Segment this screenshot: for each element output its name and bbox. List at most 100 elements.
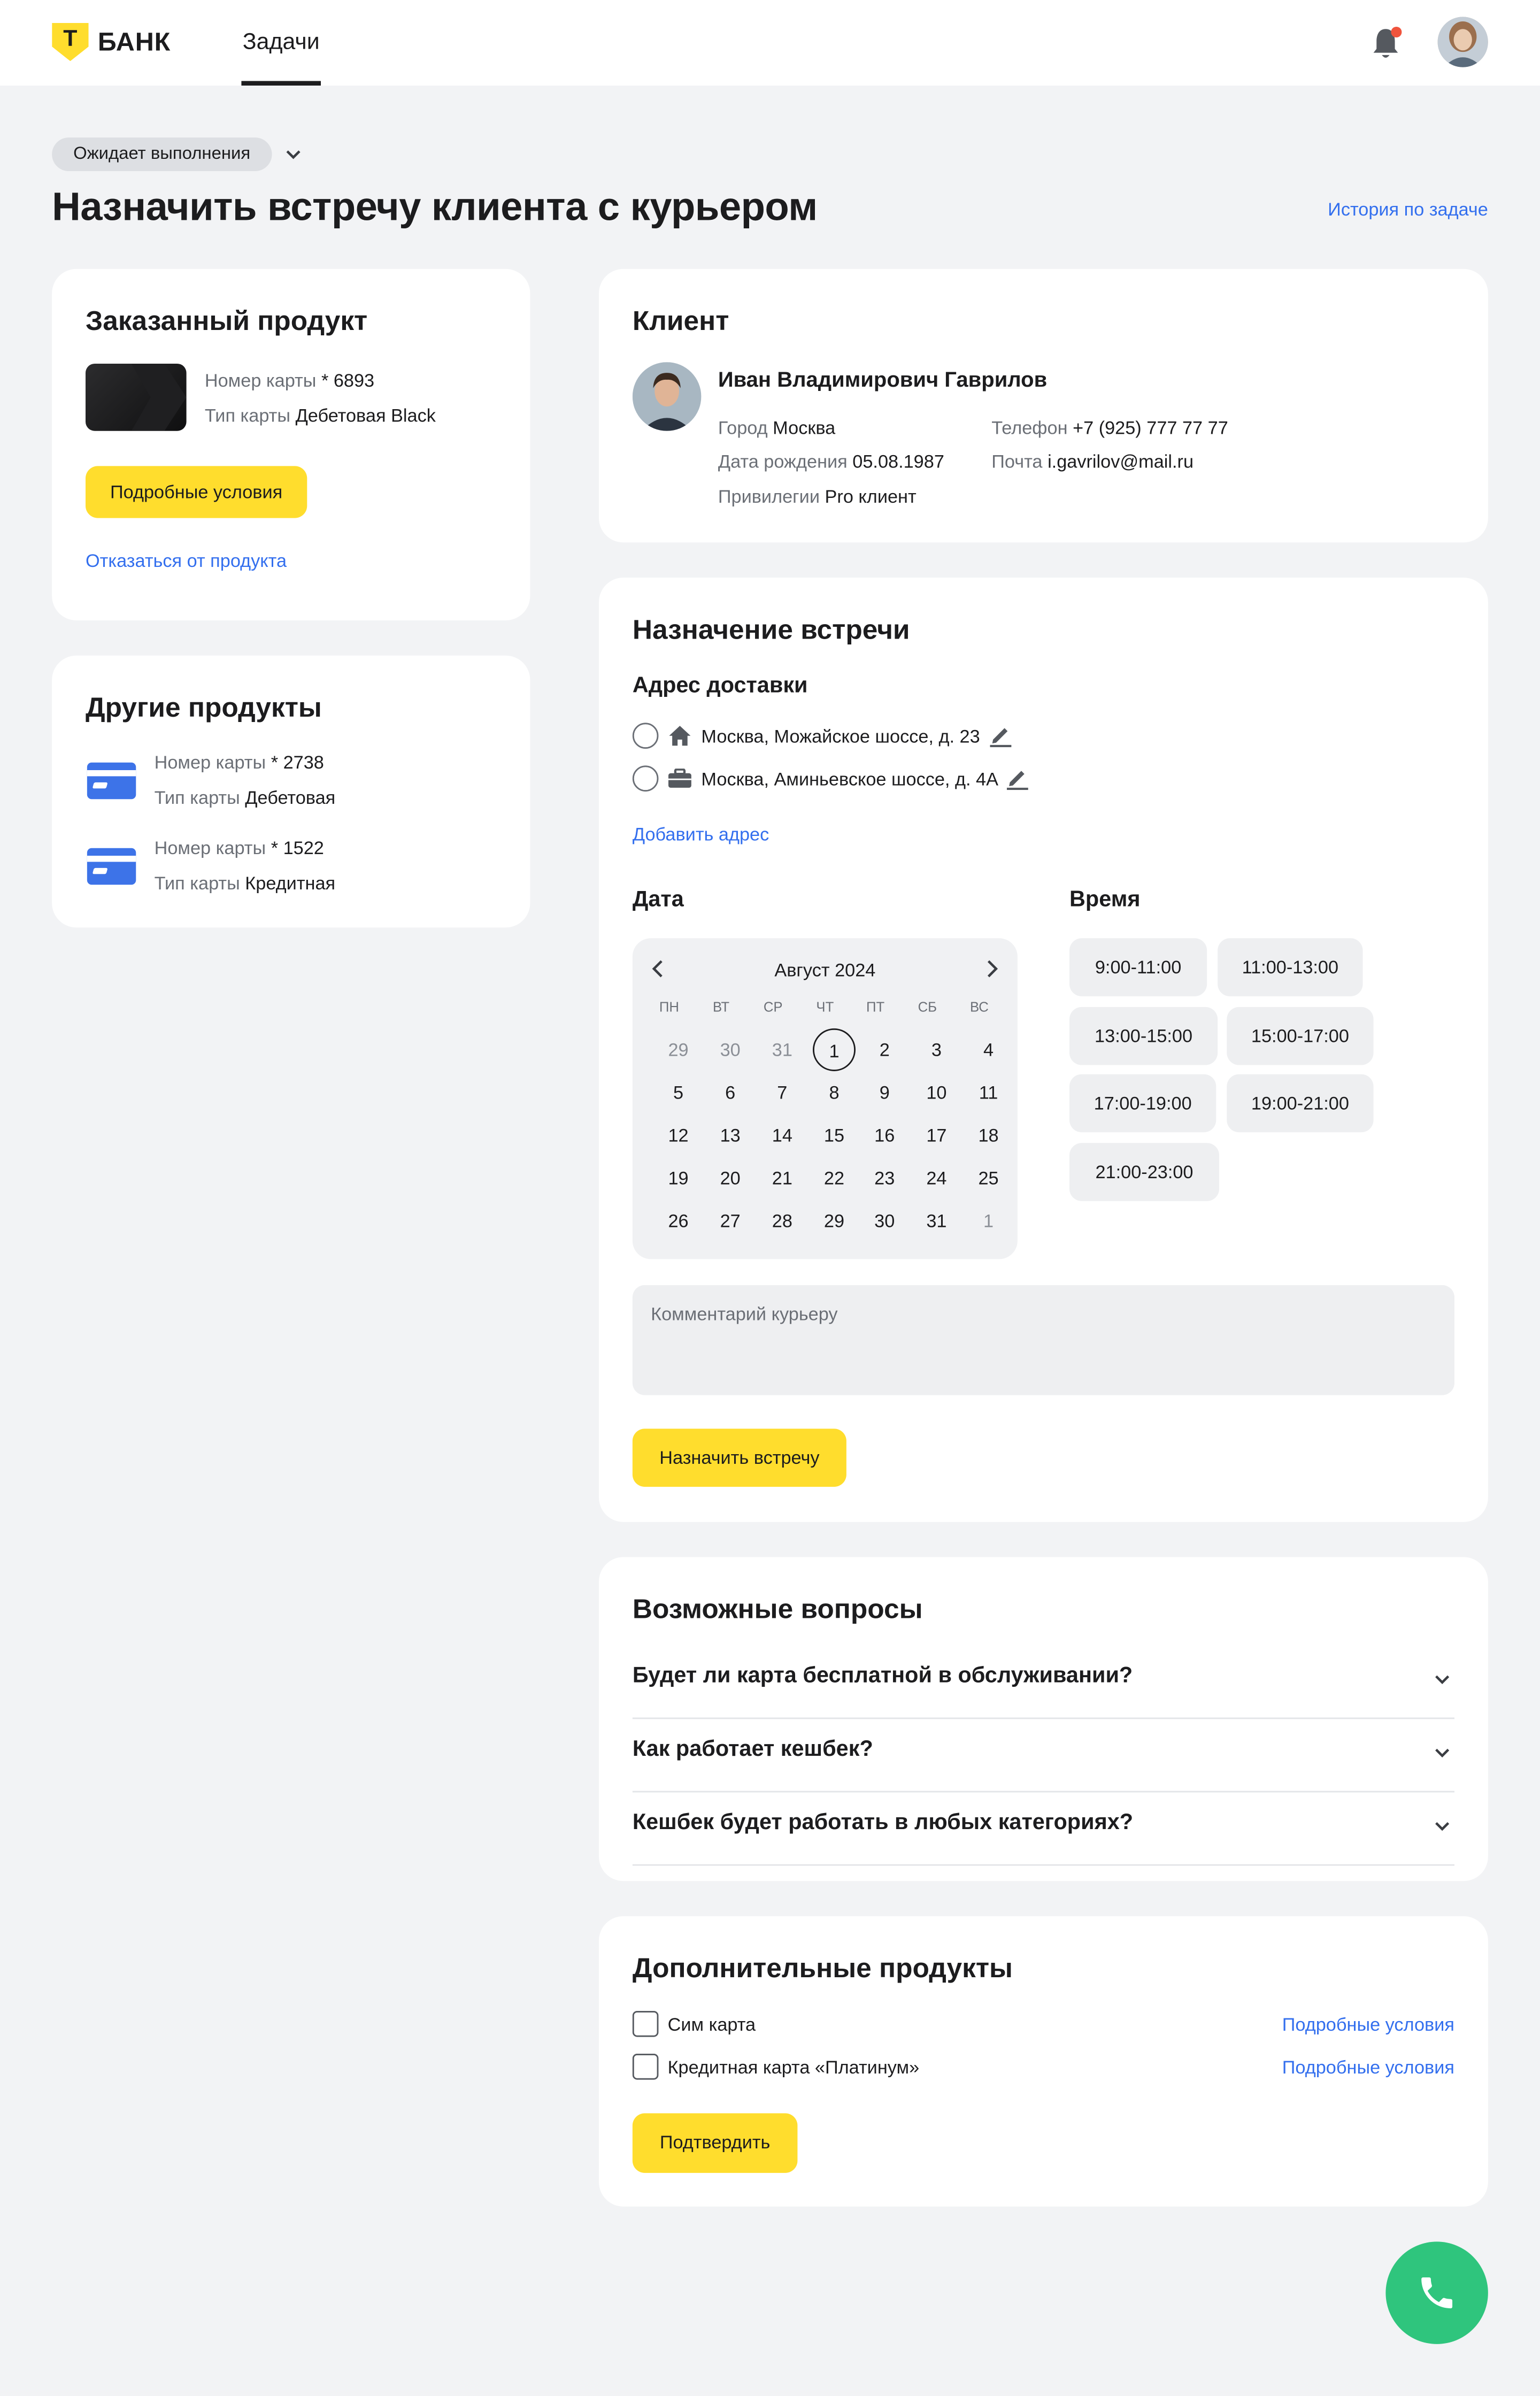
other-card-type-row: Тип карты Дебетовая bbox=[154, 787, 336, 809]
user-avatar[interactable] bbox=[1437, 17, 1488, 67]
calendar-day[interactable]: 4 bbox=[967, 1028, 1010, 1071]
calendar-day[interactable]: 30 bbox=[863, 1200, 906, 1242]
calendar-day[interactable]: 18 bbox=[967, 1114, 1010, 1157]
edit-pencil-icon[interactable] bbox=[1006, 767, 1028, 790]
status-badge: Ожидает выполнения bbox=[52, 137, 272, 171]
chevron-down-icon bbox=[286, 150, 301, 159]
date-picker-calendar: Август 2024 ПН ВТ СР ЧТ ПТ СБ ВС 29 30 31 1 2 3 4 5 6 7… bbox=[632, 938, 1018, 1260]
extra-product-label: Кредитная карта «Платинум» bbox=[667, 2056, 920, 2078]
calendar-day[interactable]: 27 bbox=[709, 1200, 752, 1242]
client-city: Город Москва bbox=[718, 417, 836, 439]
calendar-day[interactable]: 29 bbox=[657, 1028, 700, 1071]
edit-pencil-icon[interactable] bbox=[990, 724, 1012, 748]
time-slot[interactable]: 9:00-11:00 bbox=[1069, 938, 1207, 996]
notification-bell-icon[interactable] bbox=[1370, 25, 1404, 62]
time-slot[interactable]: 19:00-21:00 bbox=[1227, 1074, 1374, 1133]
calendar-day[interactable]: 15 bbox=[813, 1114, 856, 1157]
calendar-weekday: СР bbox=[763, 999, 783, 1015]
calendar-day[interactable]: 23 bbox=[863, 1157, 906, 1200]
extra-product-details-link[interactable]: Подробные условия bbox=[1282, 2014, 1454, 2036]
ordered-product-card: Заказанный продукт Номер карты * 6893 Ти… bbox=[52, 268, 530, 620]
chevron-right-icon[interactable] bbox=[981, 958, 1002, 979]
calendar-day[interactable]: 30 bbox=[709, 1028, 752, 1071]
other-card-type-row: Тип карты Кредитная bbox=[154, 872, 336, 894]
calendar-day[interactable]: 22 bbox=[813, 1157, 856, 1200]
other-products-card: Другие продукты Номер карты * 2738 Тип к… bbox=[52, 655, 530, 928]
calendar-day[interactable]: 11 bbox=[967, 1071, 1010, 1114]
calendar-day[interactable]: 29 bbox=[813, 1200, 856, 1242]
time-slot[interactable]: 13:00-15:00 bbox=[1069, 1007, 1218, 1065]
calendar-day[interactable]: 6 bbox=[709, 1071, 752, 1114]
schedule-meeting-button[interactable]: Назначить встречу bbox=[632, 1429, 846, 1487]
extra-product-details-link[interactable]: Подробные условия bbox=[1282, 2057, 1454, 2078]
calendar-day[interactable]: 5 bbox=[657, 1071, 700, 1114]
calendar-day[interactable]: 24 bbox=[915, 1157, 958, 1200]
decline-product-link[interactable]: Отказаться от продукта bbox=[86, 550, 287, 572]
calendar-day[interactable]: 16 bbox=[863, 1114, 906, 1157]
calendar-day[interactable]: 3 bbox=[915, 1028, 958, 1071]
courier-comment-input[interactable]: Комментарий курьеру bbox=[632, 1285, 1454, 1395]
bank-logo[interactable]: Т БАНК bbox=[52, 22, 171, 62]
client-birthdate: Дата рождения 05.08.1987 bbox=[718, 450, 944, 472]
calendar-day[interactable]: 9 bbox=[863, 1071, 906, 1114]
other-card-number-row: Номер карты * 1522 bbox=[154, 837, 324, 859]
client-avatar bbox=[632, 362, 702, 431]
calendar-day[interactable]: 7 bbox=[761, 1071, 804, 1114]
calendar-day[interactable]: 21 bbox=[761, 1157, 804, 1200]
calendar-day[interactable]: 19 bbox=[657, 1157, 700, 1200]
chevron-down-icon bbox=[1435, 1748, 1450, 1758]
tab-tasks[interactable]: Задачи bbox=[241, 0, 321, 86]
calendar-weekday: ПН bbox=[659, 999, 679, 1015]
calendar-day[interactable]: 20 bbox=[709, 1157, 752, 1200]
status-selector[interactable]: Ожидает выполнения bbox=[52, 137, 302, 171]
client-card: Клиент Иван Владимирович Гаврилов Город … bbox=[599, 268, 1488, 543]
page-title: Назначить встречу клиента с курьером bbox=[52, 183, 818, 229]
calendar-day[interactable]: 28 bbox=[761, 1200, 804, 1242]
task-history-link[interactable]: История по задаче bbox=[1328, 198, 1488, 220]
client-privileges: Привилегии Pro клиент bbox=[718, 486, 917, 508]
confirm-button[interactable]: Подтвердить bbox=[632, 2113, 798, 2173]
time-slot[interactable]: 17:00-19:00 bbox=[1069, 1074, 1216, 1133]
address-radio[interactable] bbox=[632, 765, 659, 792]
calendar-day[interactable]: 1 bbox=[813, 1028, 856, 1071]
address-radio[interactable] bbox=[632, 723, 659, 749]
calendar-day[interactable]: 25 bbox=[967, 1157, 1010, 1200]
calendar-day[interactable]: 26 bbox=[657, 1200, 700, 1242]
card-number-row: Номер карты * 6893 bbox=[204, 370, 375, 391]
calendar-day[interactable]: 2 bbox=[863, 1028, 906, 1071]
faq-item[interactable]: Как работает кешбек? bbox=[632, 1719, 1454, 1793]
time-slot[interactable]: 11:00-13:00 bbox=[1218, 938, 1363, 996]
calendar-weekday: СБ bbox=[918, 999, 937, 1015]
calendar-day[interactable]: 13 bbox=[709, 1114, 752, 1157]
calendar-day[interactable]: 1 bbox=[967, 1200, 1010, 1242]
calendar-day[interactable]: 14 bbox=[761, 1114, 804, 1157]
chevron-down-icon bbox=[1435, 1675, 1450, 1684]
platinum-card-checkbox[interactable] bbox=[632, 2054, 659, 2080]
meeting-card: Назначение встречи Адрес доставки Москва… bbox=[599, 578, 1488, 1522]
calendar-day[interactable]: 12 bbox=[657, 1114, 700, 1157]
details-button[interactable]: Подробные условия bbox=[86, 466, 307, 518]
card-type-row: Тип карты Дебетовая Black bbox=[204, 405, 436, 427]
faq-item[interactable]: Кешбек будет работать в любых категориях… bbox=[632, 1792, 1454, 1866]
time-slot[interactable]: 21:00-23:00 bbox=[1069, 1143, 1219, 1201]
date-title: Дата bbox=[632, 888, 684, 912]
faq-card: Возможные вопросы Будет ли карта бесплат… bbox=[599, 1557, 1488, 1882]
phone-icon bbox=[1421, 2277, 1453, 2309]
faq-item[interactable]: Будет ли карта бесплатной в обслуживании… bbox=[632, 1646, 1454, 1719]
sim-card-checkbox[interactable] bbox=[632, 2011, 659, 2037]
calendar-day[interactable]: 31 bbox=[761, 1028, 804, 1071]
chevron-down-icon bbox=[1435, 1822, 1450, 1831]
ordered-product-title: Заказанный продукт bbox=[86, 305, 368, 336]
time-slot[interactable]: 15:00-17:00 bbox=[1227, 1007, 1374, 1065]
address-text: Москва, Аминьевское шоссе, д. 4А bbox=[701, 769, 999, 790]
calendar-day[interactable]: 10 bbox=[915, 1071, 958, 1114]
extra-products-title: Дополнительные продукты bbox=[632, 1953, 1013, 1984]
other-products-title: Другие продукты bbox=[86, 692, 322, 723]
calendar-day[interactable]: 31 bbox=[915, 1200, 958, 1242]
client-name: Иван Владимирович Гаврилов bbox=[718, 366, 1048, 391]
call-button[interactable] bbox=[1385, 2241, 1488, 2344]
add-address-link[interactable]: Добавить адрес bbox=[633, 824, 769, 845]
other-card-number-row: Номер карты * 2738 bbox=[154, 751, 324, 773]
calendar-day[interactable]: 17 bbox=[915, 1114, 958, 1157]
calendar-day[interactable]: 8 bbox=[813, 1071, 856, 1114]
